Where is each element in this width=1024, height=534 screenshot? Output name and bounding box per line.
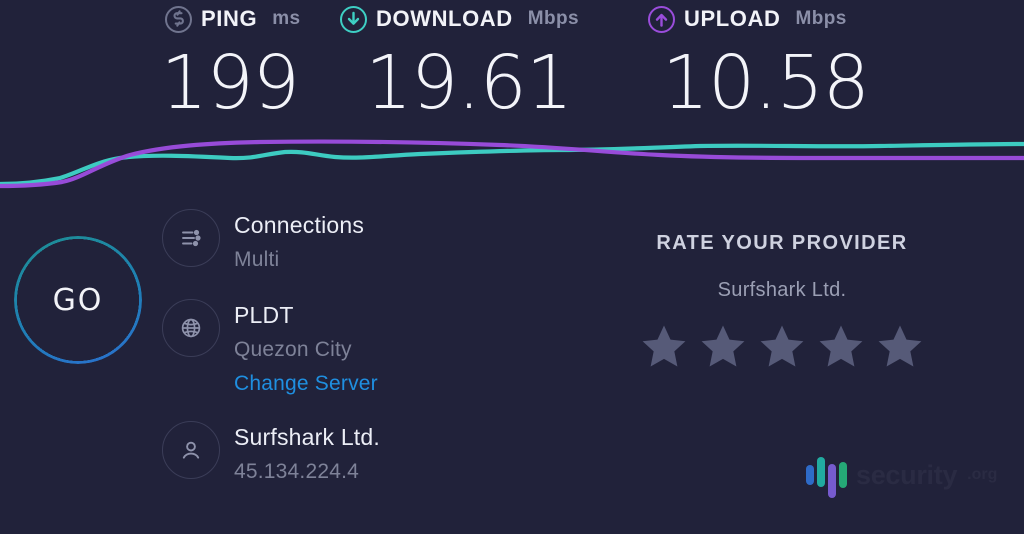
info-row-server: PLDT Quezon City Change Server — [160, 295, 500, 417]
metric-download-label: DOWNLOAD — [376, 6, 513, 31]
info-row-connections-body: Connections Multi — [234, 205, 500, 273]
star-2[interactable] — [700, 324, 746, 368]
go-button-label: GO — [52, 282, 104, 318]
info-row-ip: Surfshark Ltd. 45.134.224.4 — [160, 417, 500, 497]
speedtest-result-panel: PING ms 199 DOWNLOAD Mbps 19.61 UPLOAD M… — [0, 0, 1024, 534]
isp-name: Surfshark Ltd. — [234, 424, 380, 450]
server-name: PLDT — [234, 302, 294, 328]
metric-download-value: 19.61 — [365, 40, 573, 126]
metric-ping-labelrow: PING ms — [165, 4, 300, 34]
go-button[interactable]: GO — [14, 236, 142, 364]
watermark-bar-4 — [839, 462, 847, 488]
upload-arrow-icon — [648, 5, 675, 33]
info-row-ip-body: Surfshark Ltd. 45.134.224.4 — [234, 417, 500, 485]
download-arrow-icon — [340, 5, 367, 33]
watermark-suffix: .org — [967, 466, 998, 483]
security-org-watermark: security .org — [806, 457, 998, 498]
connections-subtitle: Multi — [234, 247, 280, 271]
metric-upload: UPLOAD Mbps 10.58 — [648, 4, 870, 126]
metric-download-labelrow: DOWNLOAD Mbps — [340, 4, 579, 34]
metric-upload-value: 10.58 — [662, 40, 870, 126]
star-3[interactable] — [759, 324, 805, 368]
star-5[interactable] — [877, 324, 923, 368]
metric-ping-label: PING — [201, 6, 258, 31]
person-icon — [162, 421, 220, 479]
change-server-link[interactable]: Change Server — [234, 371, 378, 397]
globe-icon — [162, 299, 220, 357]
upload-line — [0, 139, 1024, 189]
metric-ping-unit: ms — [272, 8, 301, 29]
metric-download-unit: Mbps — [527, 8, 579, 29]
metric-ping-value: 199 — [160, 40, 300, 126]
watermark-name: security — [856, 459, 958, 490]
connection-info: Connections Multi PLDT Quezon City Chang… — [160, 205, 500, 497]
rate-provider-name: Surfshark Ltd. — [717, 279, 847, 301]
watermark-bar-3 — [828, 464, 836, 498]
connections-title: Connections — [234, 212, 365, 238]
metric-upload-unit: Mbps — [795, 8, 847, 29]
rate-your-provider: RATE YOUR PROVIDER Surfshark Ltd. — [600, 232, 964, 368]
ip-address: 45.134.224.4 — [234, 459, 360, 483]
watermark-bar-1 — [806, 465, 814, 485]
connections-icon — [162, 209, 220, 267]
speed-graph — [0, 128, 1024, 206]
ping-bolt-icon — [165, 5, 192, 33]
watermark-bar-2 — [817, 457, 825, 487]
star-rating[interactable] — [600, 324, 964, 368]
metric-upload-labelrow: UPLOAD Mbps — [648, 4, 869, 34]
rate-heading: RATE YOUR PROVIDER — [656, 232, 908, 254]
info-row-server-body: PLDT Quezon City Change Server — [234, 295, 500, 397]
security-org-logo-icon — [806, 457, 847, 498]
metrics-header: PING ms 199 DOWNLOAD Mbps 19.61 UPLOAD M… — [0, 0, 1024, 132]
info-row-connections: Connections Multi — [160, 205, 500, 295]
metric-download: DOWNLOAD Mbps 19.61 — [340, 4, 579, 120]
star-4[interactable] — [818, 324, 864, 368]
star-1[interactable] — [641, 324, 687, 368]
metric-upload-label: UPLOAD — [684, 6, 781, 31]
server-location: Quezon City — [234, 337, 352, 361]
metric-ping: PING ms 199 — [161, 4, 300, 120]
